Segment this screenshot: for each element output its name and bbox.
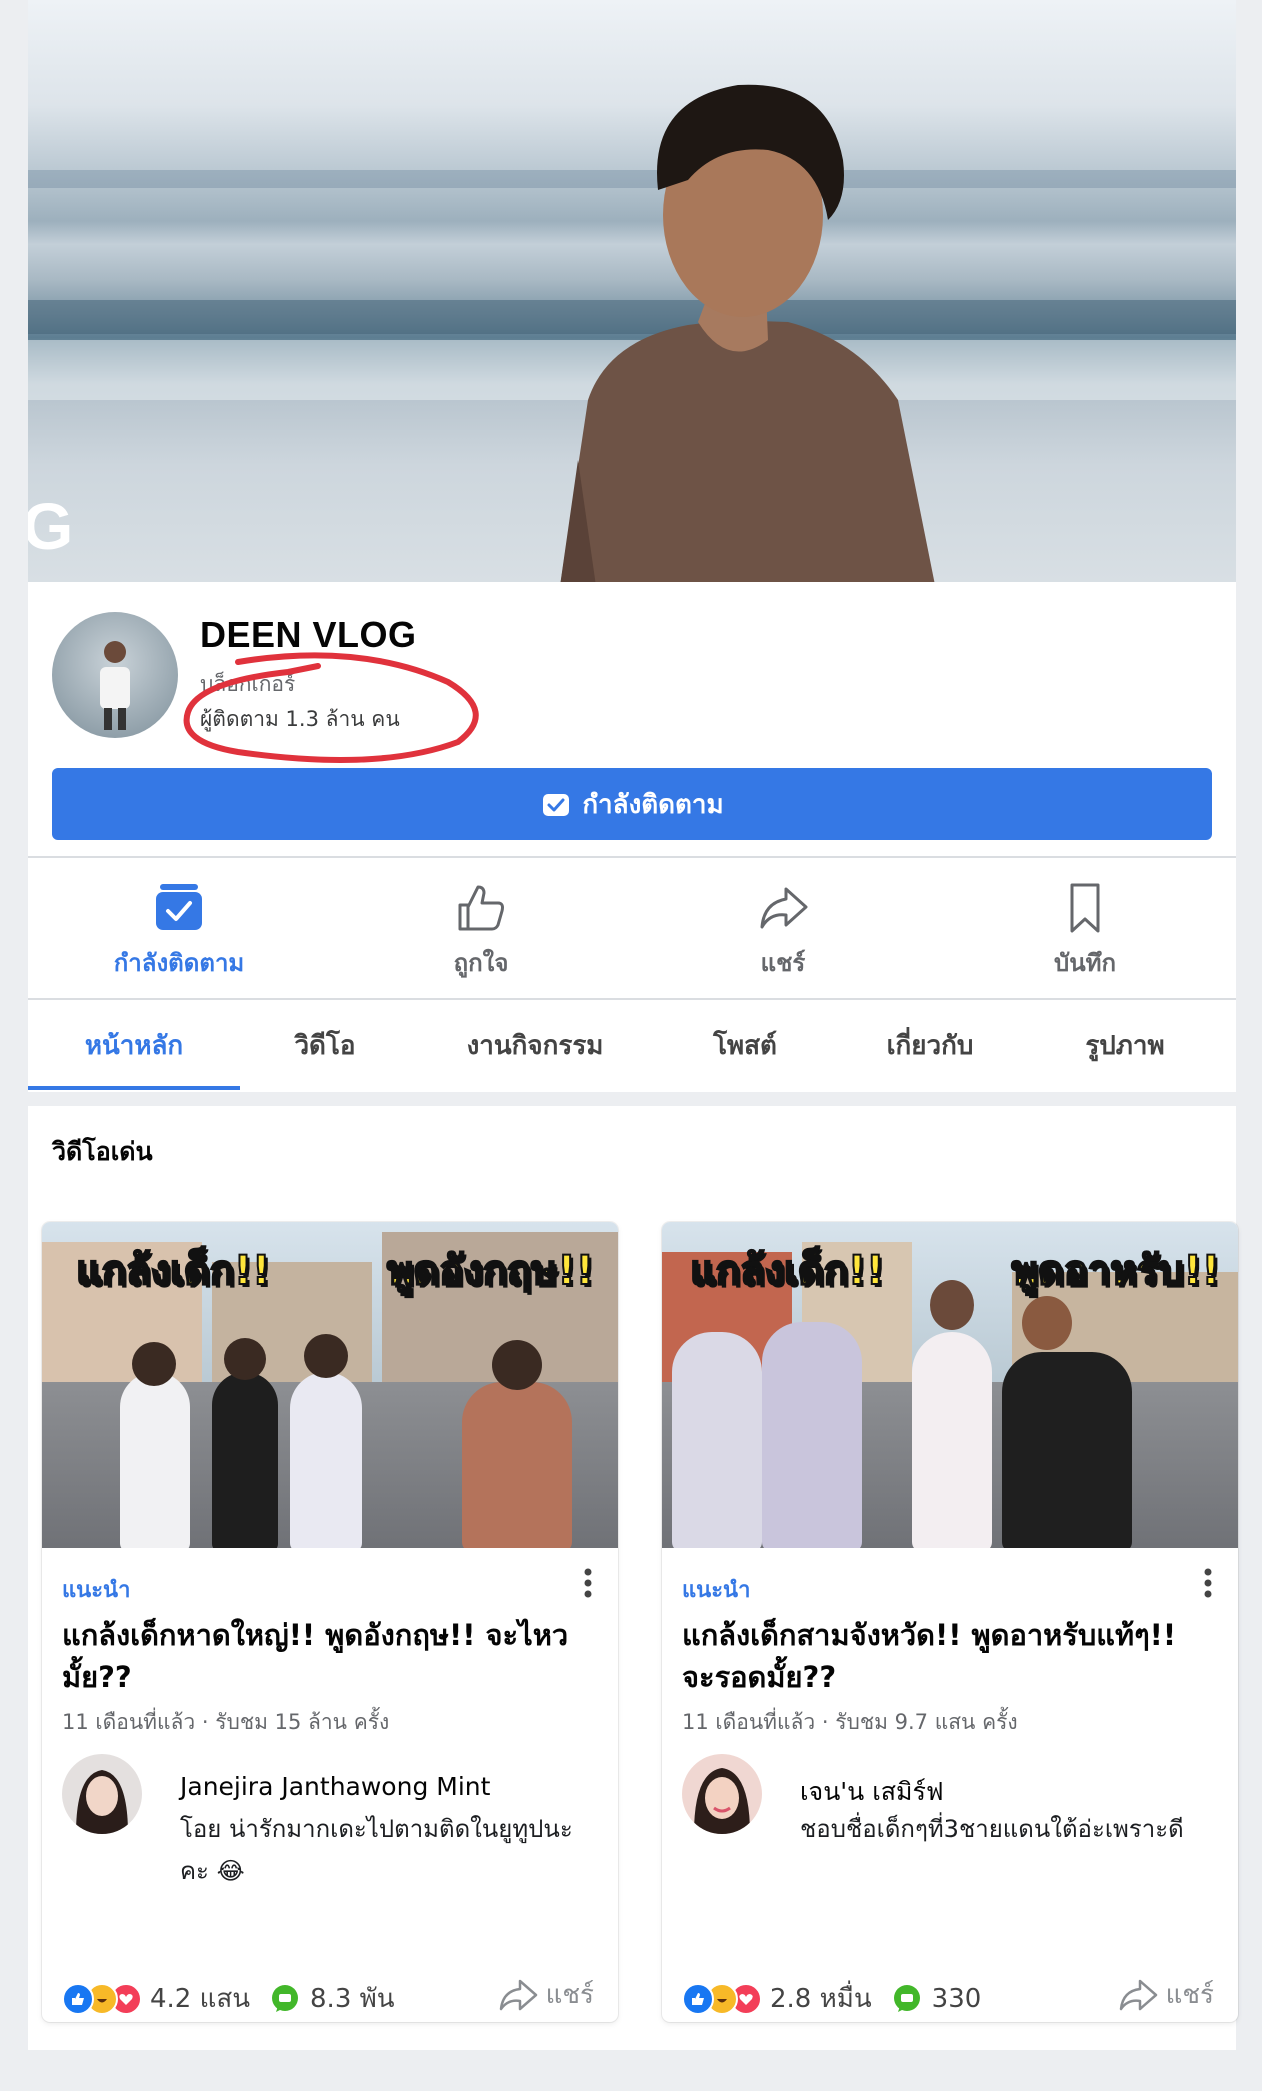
reaction-count: 4.2 แสน — [150, 1984, 251, 2014]
commenter-name[interactable]: เจน'น เสมิร์ฟ — [800, 1772, 944, 1812]
action-following[interactable]: กำลังติดตาม — [28, 862, 330, 1000]
comment-count: 330 — [931, 1983, 982, 2014]
page-frame: G DEEN VLOG บล็อกเกอร์ ผู้ติดตาม 1.3 ล้า… — [28, 0, 1238, 2050]
action-share-label: แชร์ — [760, 948, 806, 977]
tab-bar: หน้าหลัก วิดีโอ งานกิจกรรม โพสต์ เกี่ยวก… — [28, 1000, 1236, 1090]
comment-text: ชอบชื่อเด็กๆที่3ชายแดนใต้อ่ะเพราะดี — [800, 1815, 1184, 1843]
thumbnail-overlay-left: แกล้งเด็ก!! — [75, 1247, 271, 1295]
thumbnail-overlay-right: พูดอังกฤษ!! — [386, 1247, 595, 1295]
like-reaction-icon — [62, 1982, 94, 2015]
cover-overlay-letter: G — [28, 489, 74, 563]
action-following-label: กำลังติดตาม — [113, 948, 245, 977]
video-thumbnail[interactable]: แกล้งเด็ก!! พูดอาหรับ!! — [662, 1222, 1238, 1548]
comment-icon — [893, 1984, 920, 2012]
video-meta: 11 เดือนที่แล้ว · รับชม 9.7 แสน ครั้ง — [682, 1710, 1018, 1734]
comment-text: โอย น่ารักมากเดะไปตามติดในยูทูปนะคะ 😂 — [180, 1815, 573, 1885]
red-circle-annotation — [183, 652, 479, 763]
cover-person-illustration — [560, 84, 935, 582]
reaction-summary[interactable]: 2.8 หมื่น 330 — [682, 1978, 981, 2019]
commenter-name[interactable]: Janejira Janthawong Mint — [180, 1772, 490, 1801]
more-options-icon[interactable] — [1204, 1568, 1212, 1598]
featured-videos-title: วิดีโอเด่น — [52, 1137, 153, 1166]
video-meta: 11 เดือนที่แล้ว · รับชม 15 ล้าน ครั้ง — [62, 1710, 390, 1734]
reaction-count: 2.8 หมื่น — [770, 1984, 872, 2014]
video-thumbnail[interactable]: แกล้งเด็ก!! พูดอังกฤษ!! — [42, 1222, 618, 1548]
video-card[interactable]: แกล้งเด็ก!! พูดอังกฤษ!! แนะนำ แกล้งเด็กห… — [42, 1222, 618, 2022]
video-card[interactable]: แกล้งเด็ก!! พูดอาหรับ!! แนะนำ แกล้งเด็กส… — [662, 1222, 1238, 2022]
card-share-button[interactable]: แชร์ — [498, 1974, 594, 2015]
action-save[interactable]: บันทึก — [934, 862, 1236, 1000]
card-share-label: แชร์ — [1165, 1980, 1214, 2010]
recommended-tag: แนะนำ — [62, 1578, 131, 1603]
tab-posts[interactable]: โพสต์ — [660, 1000, 830, 1090]
comment-icon — [272, 1984, 299, 2012]
tab-events[interactable]: งานกิจกรรม — [410, 1000, 660, 1090]
tab-home[interactable]: หน้าหลัก — [28, 1000, 240, 1090]
more-options-icon[interactable] — [584, 1568, 592, 1598]
action-like[interactable]: ถูกใจ — [330, 862, 632, 1000]
page-avatar[interactable] — [52, 612, 178, 738]
share-arrow-icon — [499, 1979, 537, 2010]
following-button[interactable]: กำลังติดตาม — [52, 768, 1212, 840]
card-share-label: แชร์ — [545, 1980, 594, 2010]
card-share-button[interactable]: แชร์ — [1118, 1974, 1214, 2015]
recommended-tag: แนะนำ — [682, 1578, 751, 1603]
cover-photo[interactable]: G — [28, 0, 1236, 582]
video-title[interactable]: แกล้งเด็กหาดใหญ่!! พูดอังกฤษ!! จะไหวมั้ย… — [62, 1614, 592, 1698]
tab-videos[interactable]: วิดีโอ — [240, 1000, 410, 1090]
bookmark-icon — [1070, 883, 1100, 932]
reaction-summary[interactable]: 4.2 แสน 8.3 พัน — [62, 1978, 395, 2019]
tab-photos[interactable]: รูปภาพ — [1030, 1000, 1220, 1090]
commenter-avatar[interactable] — [62, 1754, 142, 1834]
action-like-label: ถูกใจ — [453, 948, 509, 977]
action-save-label: บันทึก — [1054, 948, 1116, 977]
like-reaction-icon — [682, 1982, 714, 2015]
page-name: DEEN VLOG — [200, 614, 417, 655]
video-title[interactable]: แกล้งเด็กสามจังหวัด!! พูดอาหรับแท้ๆ!! จะ… — [682, 1614, 1212, 1698]
thumbnail-overlay-right: พูดอาหรับ!! — [1010, 1247, 1221, 1295]
like-icon — [458, 885, 504, 930]
following-check-icon — [543, 794, 570, 816]
thumbnail-overlay-left: แกล้งเด็ก!! — [689, 1247, 885, 1295]
following-icon — [156, 883, 202, 930]
commenter-avatar[interactable] — [682, 1754, 762, 1834]
share-arrow-icon — [1119, 1979, 1157, 2010]
tab-about[interactable]: เกี่ยวกับ — [830, 1000, 1030, 1090]
action-share[interactable]: แชร์ — [632, 862, 934, 1000]
share-icon — [760, 887, 808, 928]
action-row: กำลังติดตาม ถูกใจ แชร์ บันทึก — [28, 862, 1236, 1000]
comment-count: 8.3 พัน — [310, 1984, 395, 2014]
following-button-label: กำลังติดตาม — [582, 789, 724, 820]
